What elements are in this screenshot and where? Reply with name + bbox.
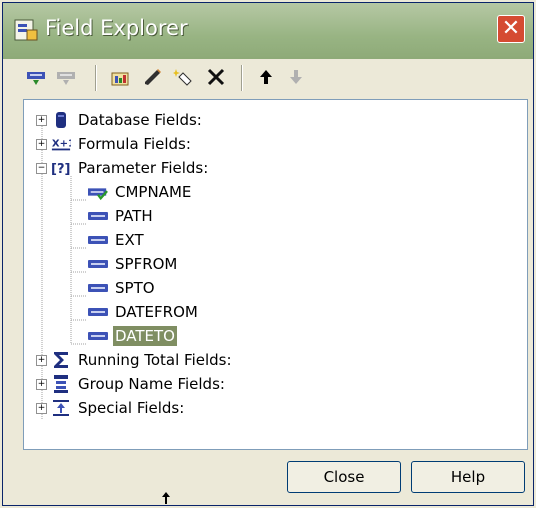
tree-node-parameter[interactable]: SPTO bbox=[88, 276, 157, 300]
tree-label: PATH bbox=[115, 207, 153, 225]
tree-node-parameter[interactable]: PATH bbox=[88, 204, 155, 228]
close-icon: ✕ bbox=[501, 16, 521, 41]
formula-icon: X+1 bbox=[51, 135, 71, 153]
tree-label: Running Total Fields: bbox=[78, 351, 232, 369]
group-name-icon bbox=[51, 375, 71, 393]
tree-node-group-name-fields[interactable]: + Group Name Fields: bbox=[36, 372, 227, 396]
rename-button[interactable] bbox=[171, 64, 197, 90]
edit-icon bbox=[145, 69, 161, 85]
toolbar bbox=[3, 59, 533, 97]
tree-label: EXT bbox=[115, 231, 144, 249]
parameter-used-icon bbox=[88, 183, 108, 201]
edit-button[interactable] bbox=[139, 64, 165, 90]
special-fields-icon bbox=[51, 399, 71, 417]
tree-node-parameter-fields[interactable]: − [?] Parameter Fields: bbox=[36, 156, 210, 180]
svg-text:[?]: [?] bbox=[51, 162, 70, 177]
mouse-cursor-icon bbox=[162, 492, 170, 504]
move-down-button[interactable] bbox=[283, 64, 309, 90]
tree-label: SPTO bbox=[115, 279, 155, 297]
new-button[interactable] bbox=[107, 64, 133, 90]
expand-icon[interactable]: + bbox=[36, 354, 47, 366]
delete-icon bbox=[207, 68, 225, 86]
parameter-icon bbox=[88, 207, 108, 225]
browse-icon bbox=[57, 72, 75, 85]
expand-icon[interactable]: + bbox=[36, 378, 47, 390]
insert-to-report-button[interactable] bbox=[23, 64, 49, 90]
parameter-icon bbox=[88, 231, 108, 249]
tree-label: DATETO bbox=[113, 326, 177, 346]
tree-node-database-fields[interactable]: + Database Fields: bbox=[36, 108, 204, 132]
parameter-icon bbox=[88, 303, 108, 321]
tree-label: CMPNAME bbox=[115, 183, 192, 201]
tree-label: SPFROM bbox=[115, 255, 178, 273]
running-total-icon bbox=[51, 351, 71, 369]
insert-to-report-icon bbox=[27, 72, 45, 85]
tree-node-parameter[interactable]: SPFROM bbox=[88, 252, 179, 276]
field-explorer-app-icon bbox=[14, 19, 38, 41]
move-down-icon bbox=[290, 70, 302, 84]
tree-node-special-fields[interactable]: + Special Fields: bbox=[36, 396, 186, 420]
window-title: Field Explorer bbox=[45, 16, 188, 40]
tree-node-parameter-selected[interactable]: DATETO bbox=[88, 324, 177, 348]
tree-node-running-total-fields[interactable]: + Running Total Fields: bbox=[36, 348, 234, 372]
close-button[interactable]: Close bbox=[287, 461, 401, 493]
parameter-icon bbox=[88, 255, 108, 273]
expand-icon[interactable]: + bbox=[36, 138, 47, 150]
tree-label: DATEFROM bbox=[115, 303, 198, 321]
parameter-icon bbox=[88, 279, 108, 297]
delete-button[interactable] bbox=[203, 64, 229, 90]
toolbar-separator bbox=[241, 65, 243, 91]
tree-label: Special Fields: bbox=[78, 399, 185, 417]
database-icon bbox=[51, 111, 71, 129]
rename-icon bbox=[173, 69, 192, 86]
tree-node-parameter[interactable]: EXT bbox=[88, 228, 146, 252]
parameter-folder-icon: [?] bbox=[51, 159, 71, 177]
move-up-button[interactable] bbox=[253, 64, 279, 90]
expand-icon[interactable]: + bbox=[36, 402, 47, 414]
new-icon bbox=[111, 72, 129, 86]
browse-button[interactable] bbox=[53, 64, 79, 90]
tree-node-parameter[interactable]: DATEFROM bbox=[88, 300, 200, 324]
tree-label: Group Name Fields: bbox=[78, 375, 225, 393]
tree-label: Formula Fields: bbox=[78, 135, 191, 153]
toolbar-separator bbox=[95, 65, 97, 91]
help-button[interactable]: Help bbox=[411, 461, 525, 493]
field-explorer-window: Field Explorer ✕ + Database Fields: + X+… bbox=[2, 2, 534, 506]
move-up-icon bbox=[260, 70, 272, 84]
svg-text:X+1: X+1 bbox=[52, 139, 71, 150]
tree-label: Database Fields: bbox=[78, 111, 202, 129]
field-tree[interactable]: + Database Fields: + X+1 Formula Fields:… bbox=[23, 99, 528, 450]
title-bar[interactable]: Field Explorer ✕ bbox=[3, 3, 533, 59]
tree-label: Parameter Fields: bbox=[78, 159, 209, 177]
collapse-icon[interactable]: − bbox=[36, 162, 47, 174]
tree-node-parameter[interactable]: CMPNAME bbox=[88, 180, 193, 204]
expand-icon[interactable]: + bbox=[36, 114, 47, 126]
parameter-icon bbox=[88, 327, 108, 345]
tree-node-formula-fields[interactable]: + X+1 Formula Fields: bbox=[36, 132, 193, 156]
close-window-button[interactable]: ✕ bbox=[497, 15, 525, 43]
